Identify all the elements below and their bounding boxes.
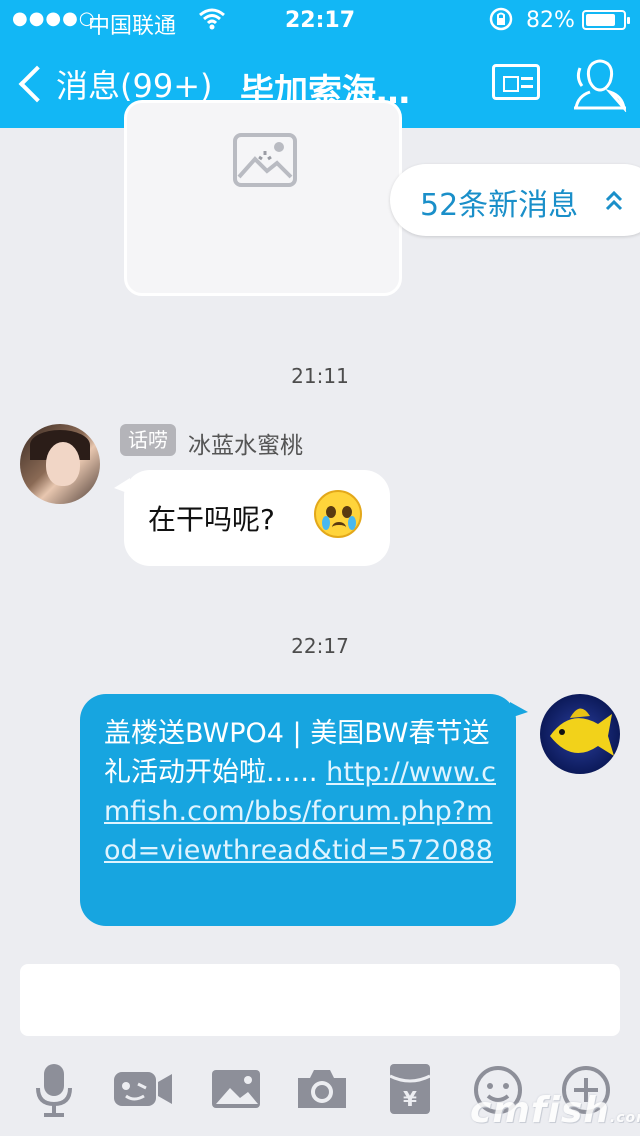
card-line <box>521 77 533 80</box>
mouth <box>332 522 346 533</box>
outgoing-message[interactable]: 盖楼送BWPO4 | 美国BW春节送礼活动开始啦...... http://ww… <box>80 694 528 926</box>
card-line <box>521 85 533 88</box>
tear <box>322 516 330 530</box>
timestamp: 22:17 <box>291 634 349 658</box>
new-messages-label: 52条新消息 <box>420 188 579 223</box>
double-chevron-up-icon <box>604 190 624 216</box>
message-input[interactable] <box>20 964 620 1036</box>
card-box <box>503 76 519 92</box>
image-placeholder-icon <box>233 133 297 191</box>
avatar[interactable] <box>540 694 620 774</box>
crying-emoji-icon <box>314 490 362 538</box>
camera-icon[interactable] <box>292 1058 352 1118</box>
status-bar: ●●●●○ 中国联通 22:17 82% <box>0 0 640 40</box>
chevron-left-icon <box>18 65 56 103</box>
tear <box>348 516 356 530</box>
video-call-icon[interactable] <box>112 1058 176 1118</box>
svg-text:¥: ¥ <box>403 1087 417 1111</box>
battery-fill <box>586 14 615 26</box>
watermark-logo: cmfish.com <box>470 1090 640 1131</box>
sender-name[interactable]: 冰蓝水蜜桃 <box>188 426 303 460</box>
contact-card-icon[interactable] <box>492 64 540 100</box>
new-messages-button[interactable]: 52条新消息 <box>390 164 640 236</box>
bubble-tail <box>510 702 528 718</box>
battery-icon <box>582 10 630 30</box>
rotation-lock-icon <box>488 6 514 38</box>
red-packet-icon[interactable]: ¥ <box>380 1058 440 1118</box>
profile-icon[interactable] <box>568 56 628 113</box>
image-message[interactable] <box>124 100 402 296</box>
incoming-message[interactable]: 在干吗呢? <box>114 470 390 566</box>
message-text: 在干吗呢? <box>148 503 275 536</box>
watermark-text: cmfish <box>470 1090 610 1131</box>
timestamp: 21:11 <box>291 364 349 388</box>
avatar-face <box>46 442 80 486</box>
bubble-tail <box>114 478 130 494</box>
battery-percent: 82% <box>526 8 575 33</box>
member-tag: 话唠 <box>120 424 176 456</box>
microphone-icon[interactable] <box>24 1058 84 1118</box>
watermark-suffix: .com <box>609 1110 640 1126</box>
image-icon[interactable] <box>206 1058 266 1118</box>
message-text: 盖楼送BWPO4 | 美国BW春节送礼活动开始啦...... http://ww… <box>104 714 500 870</box>
avatar[interactable] <box>20 424 100 504</box>
